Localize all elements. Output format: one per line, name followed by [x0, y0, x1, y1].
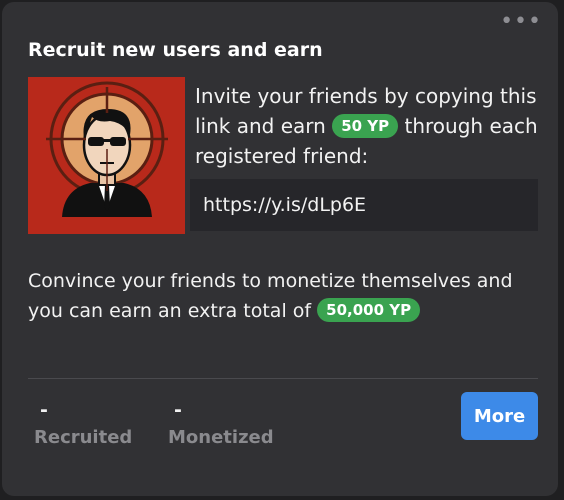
stat-recruited: - Recruited: [34, 398, 132, 448]
bonus-description: Convince your friends to monetize themse…: [28, 266, 538, 326]
divider: [28, 378, 538, 379]
convince-text: Convince your friends to monetize themse…: [28, 270, 513, 322]
card-title: Recruit new users and earn: [28, 39, 323, 61]
recruit-card: ••• Recruit new users and earn Invite yo…: [2, 2, 558, 496]
stat-monetized: - Monetized: [168, 398, 274, 448]
bonus-reward-badge: 50,000 YP: [317, 298, 421, 322]
invite-description: Invite your friends by copying this link…: [195, 81, 545, 171]
more-options-icon[interactable]: •••: [500, 11, 542, 33]
agent-crosshair-icon: [46, 81, 168, 217]
monetized-value: -: [174, 399, 182, 421]
agent-avatar-image: [28, 77, 185, 234]
recruited-value: -: [40, 399, 48, 421]
reward-badge: 50 YP: [332, 114, 399, 138]
more-button[interactable]: More: [461, 392, 538, 440]
referral-link-field[interactable]: https://y.is/dLp6E: [190, 179, 538, 231]
recruited-label: Recruited: [34, 427, 133, 448]
monetized-label: Monetized: [168, 427, 274, 448]
